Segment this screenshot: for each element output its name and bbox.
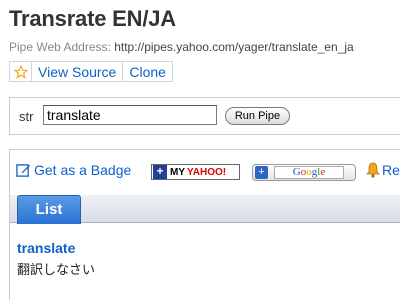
bell-icon xyxy=(366,162,380,178)
pipe-output-panel: Get as a Badge + MY YAHOO! + Google Re L… xyxy=(9,149,400,300)
plus-icon: + xyxy=(153,165,167,179)
badge-edit-icon xyxy=(16,163,31,177)
address-url[interactable]: http://pipes.yahoo.com/yager/translate_e… xyxy=(114,40,353,54)
rss-link[interactable]: Re xyxy=(366,162,400,178)
view-source-link[interactable]: View Source xyxy=(32,62,124,81)
run-pipe-button[interactable]: Run Pipe xyxy=(225,107,290,125)
output-options-bar: Get as a Badge + MY YAHOO! + Google Re xyxy=(10,162,400,182)
address-label: Pipe Web Address: xyxy=(9,40,111,54)
list-item: translate 翻訳しなさい xyxy=(17,240,95,278)
google-logo-label: Google xyxy=(274,166,344,179)
plus-icon: + xyxy=(255,166,268,179)
pipe-actions-bar: View Source Clone xyxy=(9,61,173,82)
result-title-link[interactable]: translate xyxy=(17,240,95,256)
output-tab-bar: List xyxy=(10,195,400,224)
favorite-star-button[interactable] xyxy=(10,62,32,81)
add-to-google-button[interactable]: + Google xyxy=(252,164,356,181)
my-yahoo-yahoo-label: YAHOO! xyxy=(187,166,227,178)
clone-link[interactable]: Clone xyxy=(123,62,172,81)
my-yahoo-my-label: MY xyxy=(170,166,185,178)
result-description: 翻訳しなさい xyxy=(17,262,96,277)
star-icon xyxy=(13,64,28,79)
str-param-input[interactable] xyxy=(43,105,217,125)
rss-label: Re xyxy=(382,162,400,178)
get-as-badge-label: Get as a Badge xyxy=(34,162,132,178)
get-as-badge-link[interactable]: Get as a Badge xyxy=(16,162,131,178)
add-to-my-yahoo-button[interactable]: + MY YAHOO! xyxy=(151,164,240,180)
pipe-web-address: Pipe Web Address: http://pipes.yahoo.com… xyxy=(9,40,354,54)
str-param-label: str xyxy=(19,109,34,124)
page-title: Transrate EN/JA xyxy=(9,6,176,31)
tab-list[interactable]: List xyxy=(17,195,81,224)
run-pipe-form: str Run Pipe xyxy=(9,97,400,135)
